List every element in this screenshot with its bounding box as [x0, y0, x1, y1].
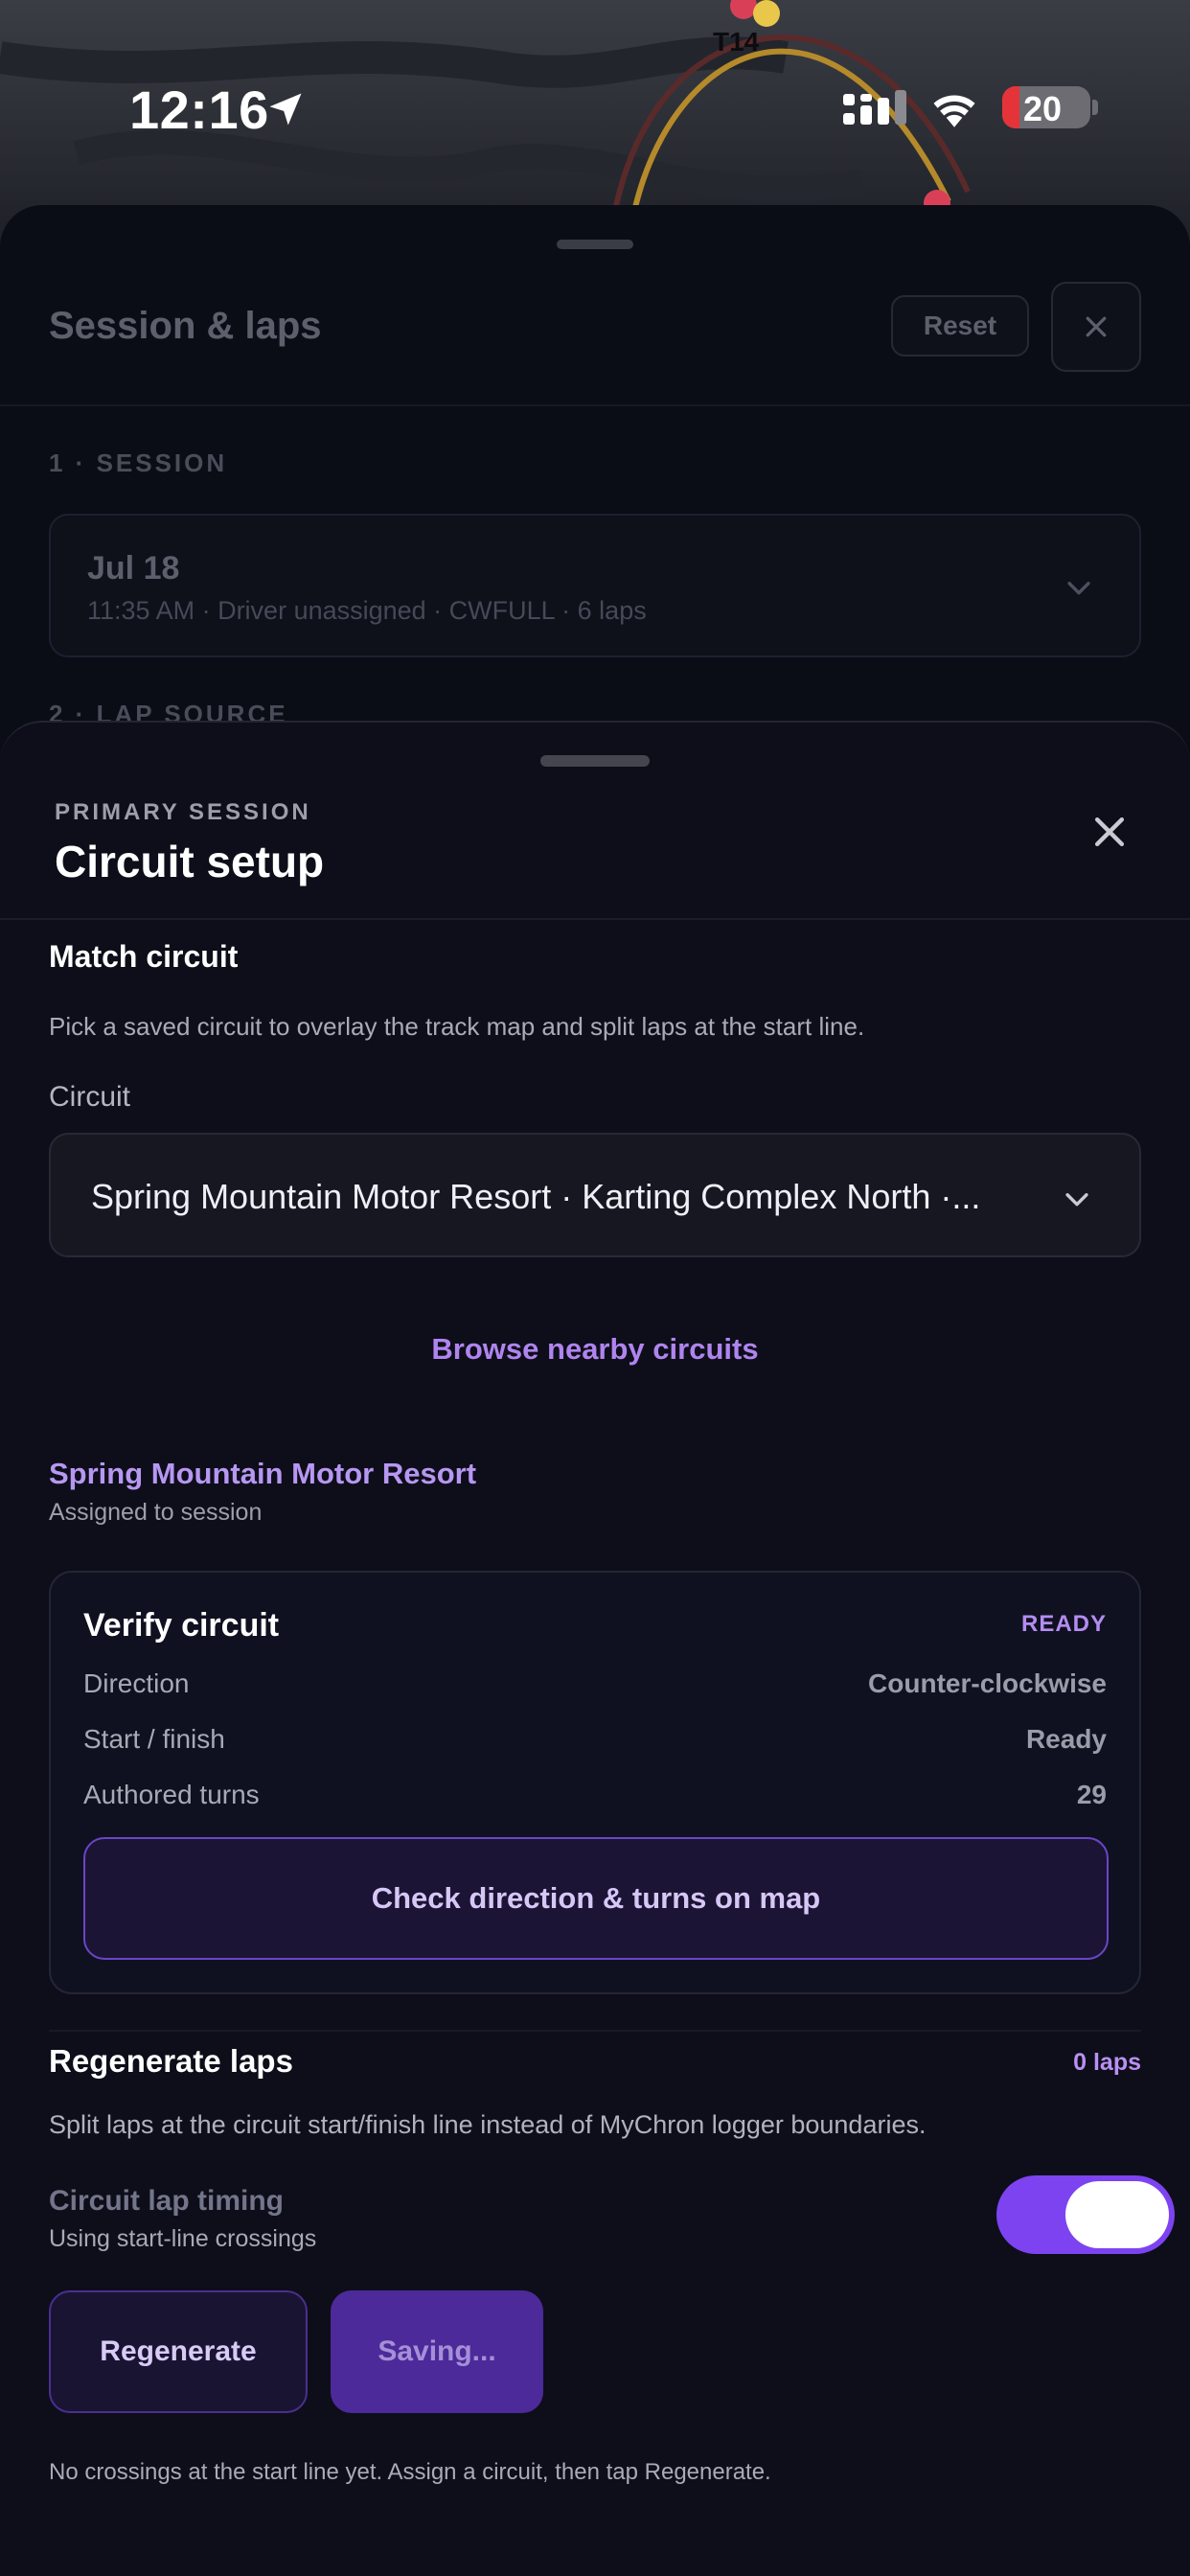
regenerate-note: No crossings at the start line yet. Assi… — [49, 2459, 771, 2485]
circuit-select[interactable]: Spring Mountain Motor Resort · Karting C… — [49, 1133, 1141, 1257]
chevron-down-icon — [1065, 1193, 1088, 1207]
browse-nearby-circuits-link[interactable]: Browse nearby circuits — [0, 1332, 1190, 1367]
reset-button[interactable]: Reset — [891, 295, 1029, 356]
chevron-down-icon — [1067, 582, 1090, 595]
verify-title: Verify circuit — [83, 1607, 280, 1644]
match-circuit-description: Pick a saved circuit to overlay the trac… — [49, 1012, 865, 1041]
circuit-lap-timing-label: Circuit lap timing — [49, 2185, 285, 2217]
saving-button[interactable]: Saving... — [331, 2290, 543, 2413]
close-button[interactable] — [1051, 282, 1141, 372]
assigned-circuit-subtitle: Assigned to session — [49, 1499, 263, 1526]
sheet-title: Session & laps — [49, 305, 322, 347]
location-arrow-icon — [269, 93, 302, 126]
sheet-grabber[interactable] — [540, 755, 650, 767]
sheet-grabber[interactable] — [557, 240, 633, 249]
session-date: Jul 18 — [87, 550, 180, 586]
verify-row-value: 29 — [1076, 1780, 1107, 1809]
match-circuit-heading: Match circuit — [49, 939, 239, 974]
status-bar: 12:16 20 — [0, 0, 1190, 211]
wifi-icon — [933, 95, 975, 127]
verify-row-start-finish: Start / finish Ready — [83, 1724, 1107, 1762]
divider — [49, 2030, 1141, 2032]
lap-count-badge: 0 laps — [1073, 2049, 1141, 2076]
cellular-signal-icon — [843, 90, 906, 125]
verify-row-value: Counter-clockwise — [868, 1668, 1107, 1698]
session-meta: 11:35 AM · Driver unassigned · CWFULL · … — [87, 596, 647, 625]
verify-row-key: Authored turns — [83, 1780, 260, 1809]
regenerate-description: Split laps at the circuit start/finish l… — [49, 2110, 927, 2139]
verify-row-direction: Direction Counter-clockwise — [83, 1668, 1107, 1707]
battery-indicator: 20 — [1002, 86, 1090, 128]
section-label-session: 1 · SESSION — [49, 448, 228, 477]
sheet-eyebrow: PRIMARY SESSION — [55, 799, 311, 825]
circuit-lap-timing-subtitle: Using start-line crossings — [49, 2225, 317, 2252]
circuit-field-label: Circuit — [49, 1081, 131, 1113]
verify-circuit-card: Verify circuit READY Direction Counter-c… — [49, 1571, 1141, 1994]
verify-row-value: Ready — [1025, 1724, 1107, 1754]
sheet-title: Circuit setup — [55, 837, 325, 886]
verify-row-key: Start / finish — [83, 1724, 225, 1754]
divider — [0, 918, 1190, 920]
regenerate-button[interactable]: Regenerate — [49, 2290, 308, 2413]
divider — [0, 404, 1190, 406]
check-on-map-button[interactable]: Check direction & turns on map — [83, 1837, 1109, 1960]
status-time: 12:16 — [129, 80, 269, 140]
battery-nub — [1092, 100, 1098, 115]
close-icon[interactable] — [1088, 811, 1131, 853]
verify-row-key: Direction — [83, 1668, 190, 1698]
assigned-circuit-name: Spring Mountain Motor Resort — [49, 1457, 477, 1490]
verify-row-authored-turns: Authored turns 29 — [83, 1780, 1107, 1818]
battery-percent: 20 — [1022, 89, 1063, 128]
close-icon — [1086, 316, 1107, 337]
regenerate-laps-heading: Regenerate laps — [49, 2043, 293, 2079]
session-select[interactable]: Jul 18 11:35 AM · Driver unassigned · CW… — [49, 514, 1141, 657]
circuit-setup-sheet: PRIMARY SESSION Circuit setup Match circ… — [0, 721, 1190, 2576]
circuit-select-value: Spring Mountain Motor Resort · Karting C… — [91, 1177, 981, 1216]
status-badge: READY — [1020, 1611, 1107, 1637]
circuit-lap-timing-toggle[interactable] — [996, 2175, 1175, 2254]
toggle-knob — [1065, 2181, 1169, 2248]
